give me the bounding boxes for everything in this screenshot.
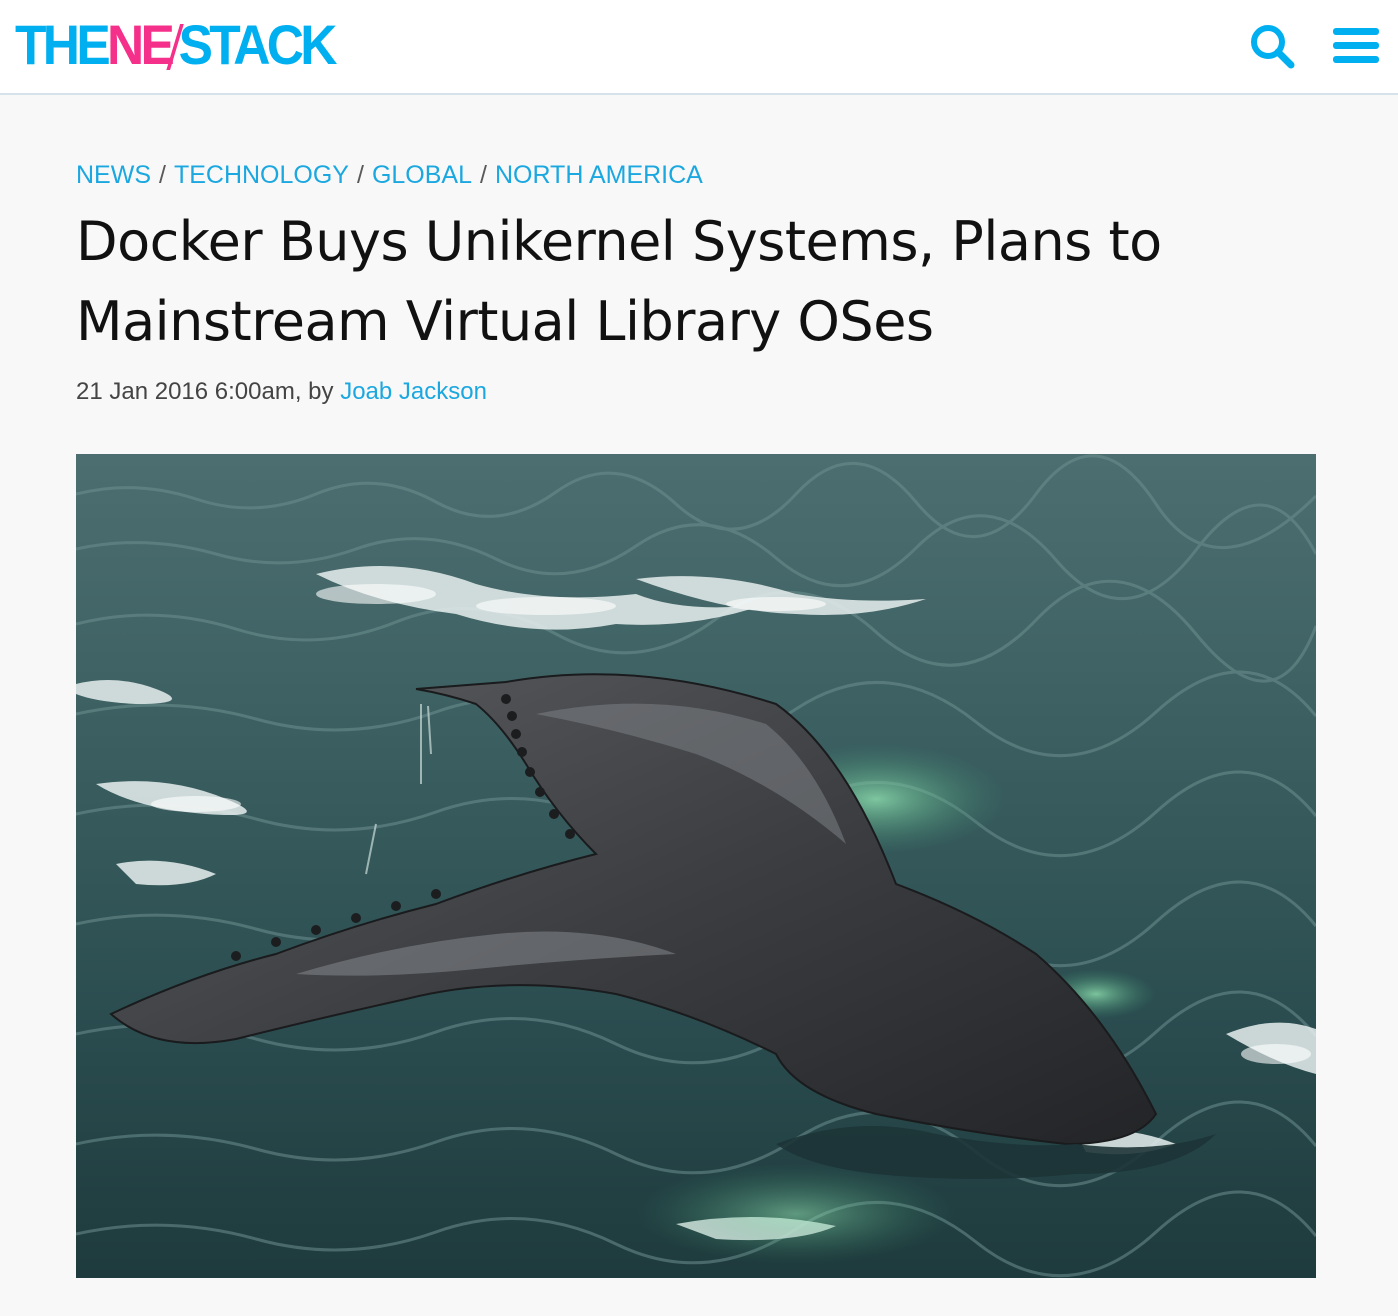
article-date: 21 Jan 2016 6:00am, by (76, 378, 334, 405)
breadcrumb-north-america[interactable]: NORTH AMERICA (495, 161, 703, 189)
site-header: THENE STACK (0, 0, 1398, 95)
menu-button[interactable] (1328, 20, 1384, 72)
logo-new: NE (107, 13, 175, 76)
breadcrumb-separator: / (356, 161, 364, 189)
breadcrumb-global[interactable]: GLOBAL (372, 161, 472, 189)
hamburger-menu-icon (1333, 28, 1379, 63)
article-title: Docker Buys Unikernel Systems, Plans to … (76, 210, 1162, 353)
search-icon (1251, 25, 1295, 69)
logo-stack: STACK (178, 13, 338, 76)
breadcrumb: NEWS / TECHNOLOGY / GLOBAL / NORTH AMERICA (76, 150, 1316, 200)
search-button[interactable] (1244, 20, 1300, 72)
article-header: NEWS / TECHNOLOGY / GLOBAL / NORTH AMERICA Doc… (76, 150, 1316, 412)
article-meta: 21 Jan 2016 6:00am, by Joab Jackson (76, 372, 1316, 412)
logo-the: THE (15, 13, 111, 76)
hero-image-whale-tail (76, 454, 1316, 1278)
whale-tail-photo (76, 454, 1316, 1278)
breadcrumb-separator: / (159, 161, 166, 189)
site-logo[interactable]: THENE STACK (15, 17, 337, 73)
breadcrumb-technology[interactable]: TECHNOLOGY (174, 161, 349, 189)
breadcrumb-news[interactable]: NEWS (76, 161, 151, 189)
breadcrumb-separator: / (480, 161, 487, 189)
author-link[interactable]: Joab Jackson (340, 378, 487, 405)
